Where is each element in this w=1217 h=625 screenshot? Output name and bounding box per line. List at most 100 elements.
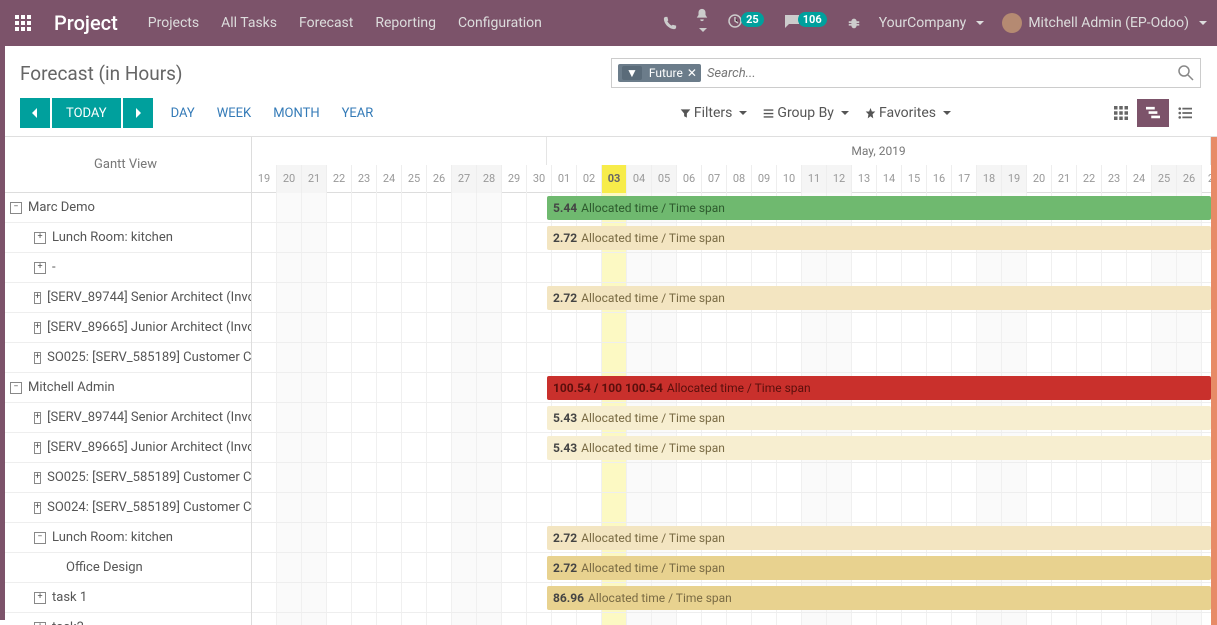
tree-row[interactable]: +SO025: [SERV_585189] Customer Care (Pre…: [0, 463, 251, 493]
tree-row-label: SO024: [SERV_585189] Customer Care (Prep…: [47, 500, 251, 515]
grid-row[interactable]: 2.72Allocated time / Time span: [252, 223, 1211, 253]
today-button[interactable]: TODAY: [52, 98, 121, 128]
gantt-timeline-panel[interactable]: May, 2019 192021222324252627282930010203…: [252, 137, 1217, 625]
page-title: Forecast (in Hours): [20, 62, 183, 85]
view-kanban[interactable]: [1105, 99, 1137, 127]
timeline-header: May, 2019 192021222324252627282930010203…: [252, 137, 1211, 193]
nav-all-tasks[interactable]: All Tasks: [221, 15, 277, 31]
grid-row[interactable]: 5.44Allocated time / Time span: [252, 193, 1211, 223]
nav-reporting[interactable]: Reporting: [375, 15, 436, 31]
phone-icon[interactable]: [663, 16, 677, 30]
tree-row-label: [SERV_89744] Senior Architect (Invoice o…: [47, 410, 251, 425]
view-list[interactable]: [1169, 99, 1201, 127]
gantt-bar[interactable]: 86.96Allocated time / Time span: [547, 586, 1211, 610]
app-brand[interactable]: Project: [46, 11, 148, 35]
expand-icon[interactable]: +: [34, 322, 41, 334]
bar-value: 2.72: [553, 531, 577, 545]
chat-icon[interactable]: 106: [784, 13, 829, 33]
tree-row[interactable]: Office Design: [0, 553, 251, 583]
expand-icon[interactable]: +: [34, 592, 46, 604]
expand-icon[interactable]: +: [34, 442, 41, 454]
chip-remove-icon[interactable]: ✕: [687, 66, 697, 80]
gantt-bar[interactable]: 2.72Allocated time / Time span: [547, 226, 1211, 250]
grid-row[interactable]: 100.54 / 100 100.54Allocated time / Time…: [252, 373, 1211, 403]
nav-projects[interactable]: Projects: [148, 15, 199, 31]
tree-row[interactable]: +SO025: [SERV_585189] Customer Care (Pre…: [0, 343, 251, 373]
expand-icon[interactable]: +: [34, 472, 41, 484]
expand-icon[interactable]: +: [34, 412, 41, 424]
search-box[interactable]: ▼Future ✕: [611, 58, 1201, 88]
gantt-bar[interactable]: 5.43Allocated time / Time span: [547, 436, 1211, 460]
search-icon[interactable]: [1178, 65, 1194, 81]
gantt-bar[interactable]: 2.72Allocated time / Time span: [547, 286, 1211, 310]
clock-icon[interactable]: 25: [727, 13, 766, 33]
nav-forecast[interactable]: Forecast: [299, 15, 353, 31]
grid-row[interactable]: [252, 343, 1211, 373]
grid-row[interactable]: [252, 613, 1211, 625]
day-header: 01: [552, 165, 577, 193]
gantt-bar[interactable]: 5.44Allocated time / Time span: [547, 196, 1211, 220]
grid-row[interactable]: 2.72Allocated time / Time span: [252, 283, 1211, 313]
tree-row[interactable]: −Marc Demo: [0, 193, 251, 223]
expand-icon[interactable]: +: [34, 292, 41, 304]
tree-row[interactable]: −Mitchell Admin: [0, 373, 251, 403]
bug-icon[interactable]: [847, 16, 861, 30]
company-switcher[interactable]: YourCompany: [879, 15, 985, 31]
day-header: 10: [777, 165, 802, 193]
gantt-bar[interactable]: 2.72Allocated time / Time span: [547, 526, 1211, 550]
next-button[interactable]: [123, 98, 153, 128]
tree-row[interactable]: +[SERV_89744] Senior Architect (Invoice …: [0, 283, 251, 313]
scale-month[interactable]: MONTH: [273, 106, 319, 121]
scale-day[interactable]: DAY: [171, 106, 195, 121]
apps-icon[interactable]: [0, 15, 46, 31]
grid-row[interactable]: [252, 313, 1211, 343]
view-gantt[interactable]: [1137, 99, 1169, 127]
day-header: 27: [1202, 165, 1217, 193]
tree-row[interactable]: +-: [0, 253, 251, 283]
scale-year[interactable]: YEAR: [342, 106, 374, 121]
grid-row[interactable]: [252, 463, 1211, 493]
search-chip-future[interactable]: ▼Future ✕: [618, 64, 701, 82]
nav-configuration[interactable]: Configuration: [458, 15, 542, 31]
grid-row[interactable]: [252, 253, 1211, 283]
expand-icon[interactable]: +: [34, 352, 41, 364]
user-menu[interactable]: Mitchell Admin (EP-Odoo): [1002, 13, 1207, 33]
expand-icon[interactable]: +: [34, 502, 41, 514]
gantt-bar[interactable]: 2.72Allocated time / Time span: [547, 556, 1211, 580]
gantt-bar[interactable]: 5.43Allocated time / Time span: [547, 406, 1211, 430]
grid-row[interactable]: 5.43Allocated time / Time span: [252, 403, 1211, 433]
grid-row[interactable]: 5.43Allocated time / Time span: [252, 433, 1211, 463]
day-header: 23: [1102, 165, 1127, 193]
tree-row[interactable]: +[SERV_89665] Junior Architect (Invoice …: [0, 433, 251, 463]
control-panel-top: Forecast (in Hours) ▼Future ✕: [0, 46, 1217, 94]
groupby-dropdown[interactable]: Group By: [763, 105, 849, 121]
tree-row-label: task 1: [52, 590, 87, 605]
expand-icon[interactable]: +: [34, 622, 46, 625]
filters-dropdown[interactable]: Filters: [680, 105, 748, 121]
gantt-bar[interactable]: 100.54 / 100 100.54Allocated time / Time…: [547, 376, 1211, 400]
expand-icon[interactable]: +: [34, 262, 46, 274]
tree-row[interactable]: +task2: [0, 613, 251, 625]
bell-icon[interactable]: [695, 8, 709, 38]
grid-row[interactable]: 2.72Allocated time / Time span: [252, 523, 1211, 553]
scale-week[interactable]: WEEK: [217, 106, 251, 121]
day-header: 04: [627, 165, 652, 193]
collapse-icon[interactable]: −: [10, 382, 22, 394]
search-input[interactable]: [707, 66, 1194, 81]
collapse-icon[interactable]: −: [10, 202, 22, 214]
expand-icon[interactable]: +: [34, 232, 46, 244]
tree-row[interactable]: + SO024: [SERV_585189] Customer Care (Pre…: [0, 493, 251, 523]
favorites-dropdown[interactable]: Favorites: [865, 105, 951, 121]
day-header: 15: [902, 165, 927, 193]
tree-row[interactable]: +Lunch Room: kitchen: [0, 223, 251, 253]
grid-row[interactable]: 86.96Allocated time / Time span: [252, 583, 1211, 613]
grid-row[interactable]: [252, 493, 1211, 523]
prev-button[interactable]: [20, 98, 50, 128]
tree-row[interactable]: +[SERV_89665] Junior Architect (Invoice …: [0, 313, 251, 343]
day-header: 29: [502, 165, 527, 193]
tree-row[interactable]: + [SERV_89744] Senior Architect (Invoice …: [0, 403, 251, 433]
tree-row[interactable]: + task 1: [0, 583, 251, 613]
collapse-icon[interactable]: −: [34, 532, 46, 544]
tree-row[interactable]: −Lunch Room: kitchen: [0, 523, 251, 553]
grid-row[interactable]: 2.72Allocated time / Time span: [252, 553, 1211, 583]
